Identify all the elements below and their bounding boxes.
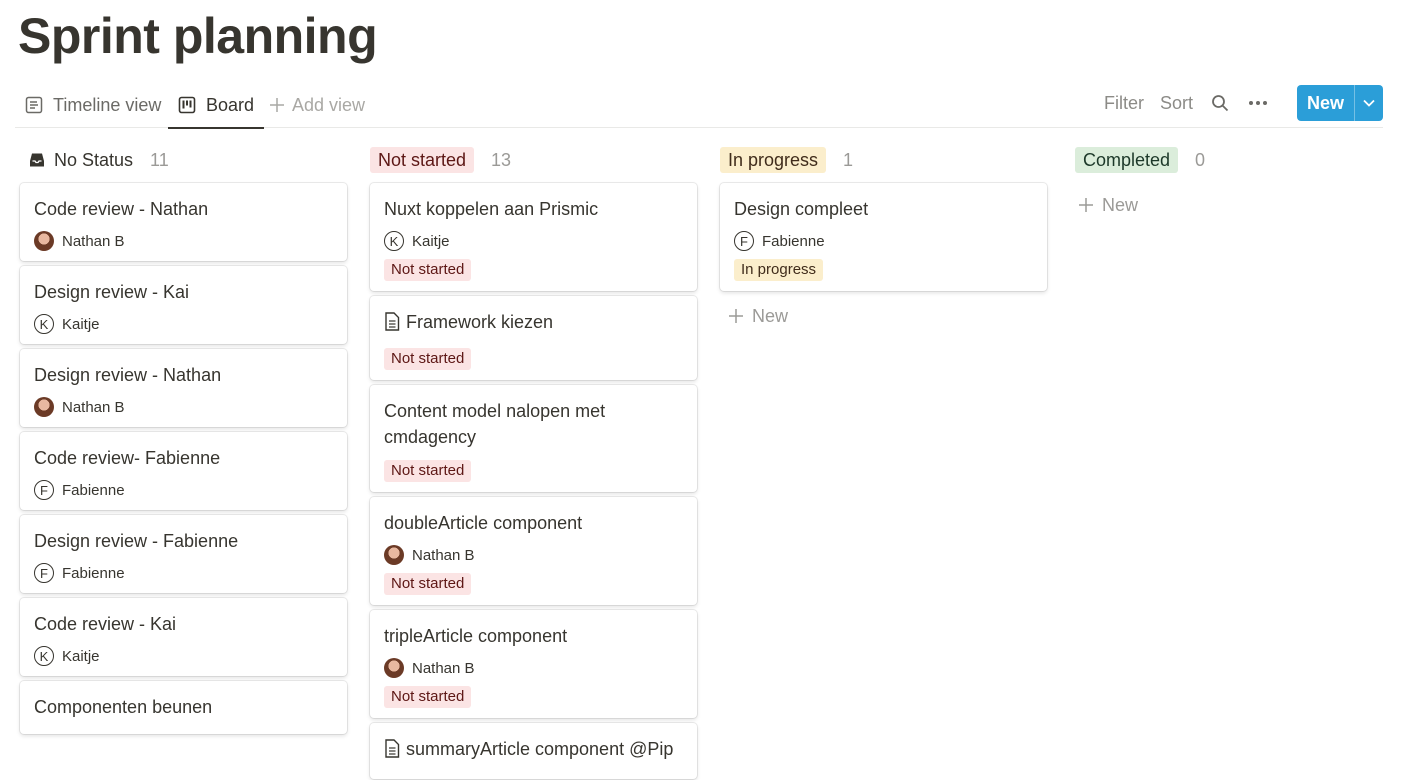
avatar: F bbox=[734, 231, 754, 251]
chevron-down-icon bbox=[1363, 99, 1375, 107]
column-count: 11 bbox=[150, 149, 169, 170]
card-assignee: Nathan B bbox=[384, 658, 683, 678]
column-header: No Status 11 bbox=[20, 142, 347, 178]
card-assignee: Nathan B bbox=[384, 545, 683, 565]
avatar: K bbox=[34, 314, 54, 334]
tab-label: Timeline view bbox=[53, 94, 162, 115]
board-column-not-started: Not started 13 Nuxt koppelen aan Prismic… bbox=[370, 142, 697, 779]
card-title: Framework kiezen bbox=[384, 309, 683, 338]
board-icon bbox=[176, 94, 198, 116]
card-title: Code review - Nathan bbox=[34, 199, 209, 219]
status-badge: In progress bbox=[734, 259, 824, 281]
board-card[interactable]: summaryArticle component @Pip bbox=[370, 723, 697, 779]
tab-timeline-view[interactable]: Timeline view bbox=[23, 82, 161, 128]
status-badge: Not started bbox=[384, 460, 472, 482]
document-icon bbox=[384, 312, 400, 338]
tab-label: Board bbox=[206, 94, 255, 115]
card-assignee: F Fabienne bbox=[34, 563, 333, 583]
avatar: K bbox=[384, 231, 404, 251]
card-title: Design review - Kai bbox=[34, 282, 190, 302]
board-column-no-status: No Status 11 Code review - Nathan Nathan… bbox=[20, 142, 347, 734]
new-dropdown-button[interactable] bbox=[1354, 85, 1383, 121]
column-header: Completed 0 bbox=[1070, 142, 1397, 178]
card-assignee: F Fabienne bbox=[34, 480, 333, 500]
search-icon[interactable] bbox=[1209, 92, 1231, 114]
board-card[interactable]: doubleArticle component Nathan B Not sta… bbox=[370, 497, 697, 605]
board-card[interactable]: Nuxt koppelen aan Prismic K Kaitje Not st… bbox=[370, 183, 697, 291]
board-card[interactable]: Design compleet F Fabienne In progress bbox=[720, 183, 1047, 291]
column-title: In progress bbox=[720, 147, 827, 173]
card-title: Componenten beunen bbox=[34, 697, 213, 717]
board-card[interactable]: Code review - Nathan Nathan B bbox=[20, 183, 347, 261]
avatar bbox=[34, 397, 54, 417]
card-title: Design compleet bbox=[734, 199, 869, 219]
filter-button[interactable]: Filter bbox=[1104, 93, 1144, 114]
avatar: F bbox=[34, 563, 54, 583]
status-badge: Not started bbox=[384, 573, 472, 595]
card-assignee: F Fabienne bbox=[734, 231, 1033, 251]
avatar: K bbox=[34, 646, 54, 666]
plus-icon bbox=[268, 94, 286, 116]
column-header: Not started 13 bbox=[370, 142, 697, 178]
column-count: 1 bbox=[843, 149, 854, 170]
board-card[interactable]: Code review - Kai K Kaitje bbox=[20, 598, 347, 676]
status-badge: Not started bbox=[384, 259, 472, 281]
column-count: 13 bbox=[491, 149, 512, 170]
card-title: Content model nalopen met cmdagency bbox=[384, 401, 606, 447]
new-button[interactable]: New bbox=[1297, 85, 1354, 121]
avatar bbox=[34, 231, 54, 251]
card-title: Nuxt koppelen aan Prismic bbox=[384, 199, 599, 219]
column-title: No Status bbox=[54, 149, 134, 170]
board-card[interactable]: Code review- Fabienne F Fabienne bbox=[20, 432, 347, 510]
add-card-button[interactable]: New bbox=[720, 301, 1047, 331]
add-card-button[interactable]: New bbox=[1070, 190, 1397, 220]
tab-board[interactable]: Board bbox=[168, 82, 265, 129]
more-options-icon[interactable] bbox=[1247, 92, 1269, 114]
card-title: Design review - Fabienne bbox=[34, 531, 239, 551]
toolbar-actions: Filter Sort New bbox=[1104, 85, 1383, 121]
board-card[interactable]: Design review - Nathan Nathan B bbox=[20, 349, 347, 427]
board-card[interactable]: Content model nalopen met cmdagency Not … bbox=[370, 385, 697, 492]
column-count: 0 bbox=[1195, 149, 1206, 170]
card-assignee: K Kaitje bbox=[34, 314, 333, 334]
status-badge: Not started bbox=[384, 686, 472, 708]
card-title: Design review - Nathan bbox=[34, 365, 222, 385]
card-title: doubleArticle component bbox=[384, 513, 583, 533]
sort-button[interactable]: Sort bbox=[1160, 93, 1193, 114]
card-assignee: Nathan B bbox=[34, 231, 333, 251]
new-button-group: New bbox=[1297, 85, 1383, 121]
page-title: Sprint planning bbox=[18, 8, 378, 64]
plus-icon bbox=[1078, 197, 1094, 213]
card-assignee: K Kaitje bbox=[34, 646, 333, 666]
board-card[interactable]: Framework kiezen Not started bbox=[370, 296, 697, 380]
card-title: summaryArticle component @Pip bbox=[384, 736, 683, 765]
card-assignee: K Kaitje bbox=[384, 231, 683, 251]
card-assignee: Nathan B bbox=[34, 397, 333, 417]
board-card[interactable]: Design review - Fabienne F Fabienne bbox=[20, 515, 347, 593]
board-card[interactable]: tripleArticle component Nathan B Not sta… bbox=[370, 610, 697, 718]
card-title: tripleArticle component bbox=[384, 626, 568, 646]
inbox-icon bbox=[28, 151, 46, 169]
timeline-icon bbox=[23, 94, 45, 116]
board-card[interactable]: Componenten beunen bbox=[20, 681, 347, 734]
board-column-in-progress: In progress 1 Design compleet F Fabienne … bbox=[720, 142, 1047, 326]
avatar bbox=[384, 658, 404, 678]
card-title: Code review- Fabienne bbox=[34, 448, 221, 468]
avatar bbox=[384, 545, 404, 565]
plus-icon bbox=[728, 308, 744, 324]
avatar: F bbox=[34, 480, 54, 500]
column-title: Not started bbox=[370, 147, 475, 173]
column-title: Completed bbox=[1075, 147, 1179, 173]
document-icon bbox=[384, 739, 400, 765]
view-toolbar: Timeline view Board Add view Filter Sort… bbox=[15, 82, 1383, 129]
add-view-button[interactable]: Add view bbox=[268, 82, 365, 128]
card-title: Code review - Kai bbox=[34, 614, 177, 634]
column-header: In progress 1 bbox=[720, 142, 1047, 178]
board-column-completed: Completed 0 New bbox=[1070, 142, 1397, 215]
board-card[interactable]: Design review - Kai K Kaitje bbox=[20, 266, 347, 344]
status-badge: Not started bbox=[384, 348, 472, 370]
tab-label: Add view bbox=[292, 94, 366, 115]
